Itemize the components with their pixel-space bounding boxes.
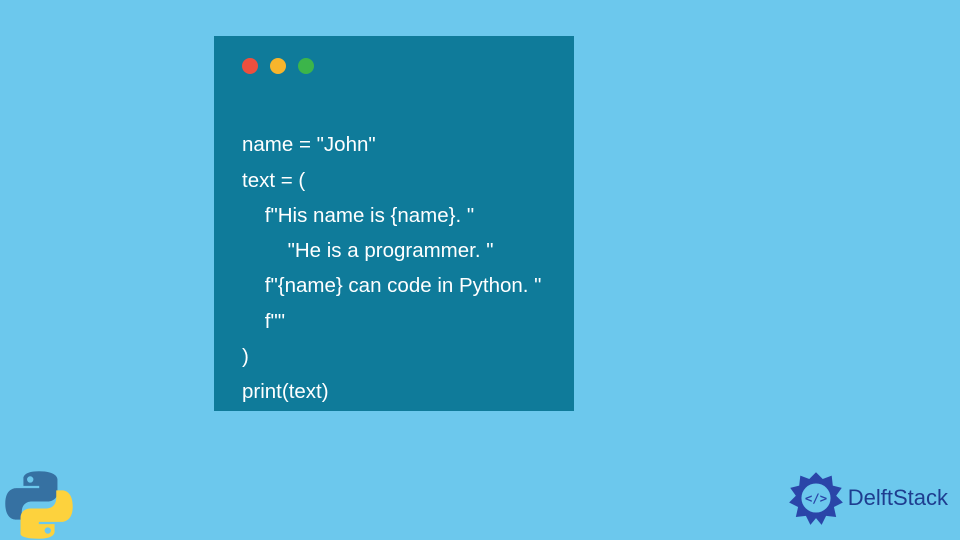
brand-name: DelftStack xyxy=(848,485,948,511)
svg-text:</>: </> xyxy=(805,491,827,505)
close-icon xyxy=(242,58,258,74)
delftstack-brand: </> DelftStack xyxy=(788,470,948,526)
maximize-icon xyxy=(298,58,314,74)
code-line: text = ( xyxy=(242,169,305,192)
code-line: ) xyxy=(242,345,249,368)
code-line: print(text) xyxy=(242,380,329,403)
python-logo-icon xyxy=(4,470,74,540)
code-line: name = "John" xyxy=(242,133,376,156)
code-line: f"" xyxy=(242,310,285,333)
minimize-icon xyxy=(270,58,286,74)
code-block: name = "John" text = ( f"His name is {na… xyxy=(242,92,552,445)
delftstack-logo-icon: </> xyxy=(788,470,844,526)
code-line: "He is a programmer. " xyxy=(242,239,494,262)
window-traffic-lights xyxy=(242,58,552,74)
code-line: f"His name is {name}. " xyxy=(242,204,474,227)
code-line: f"{name} can code in Python. " xyxy=(242,274,541,297)
code-window: name = "John" text = ( f"His name is {na… xyxy=(214,36,574,411)
